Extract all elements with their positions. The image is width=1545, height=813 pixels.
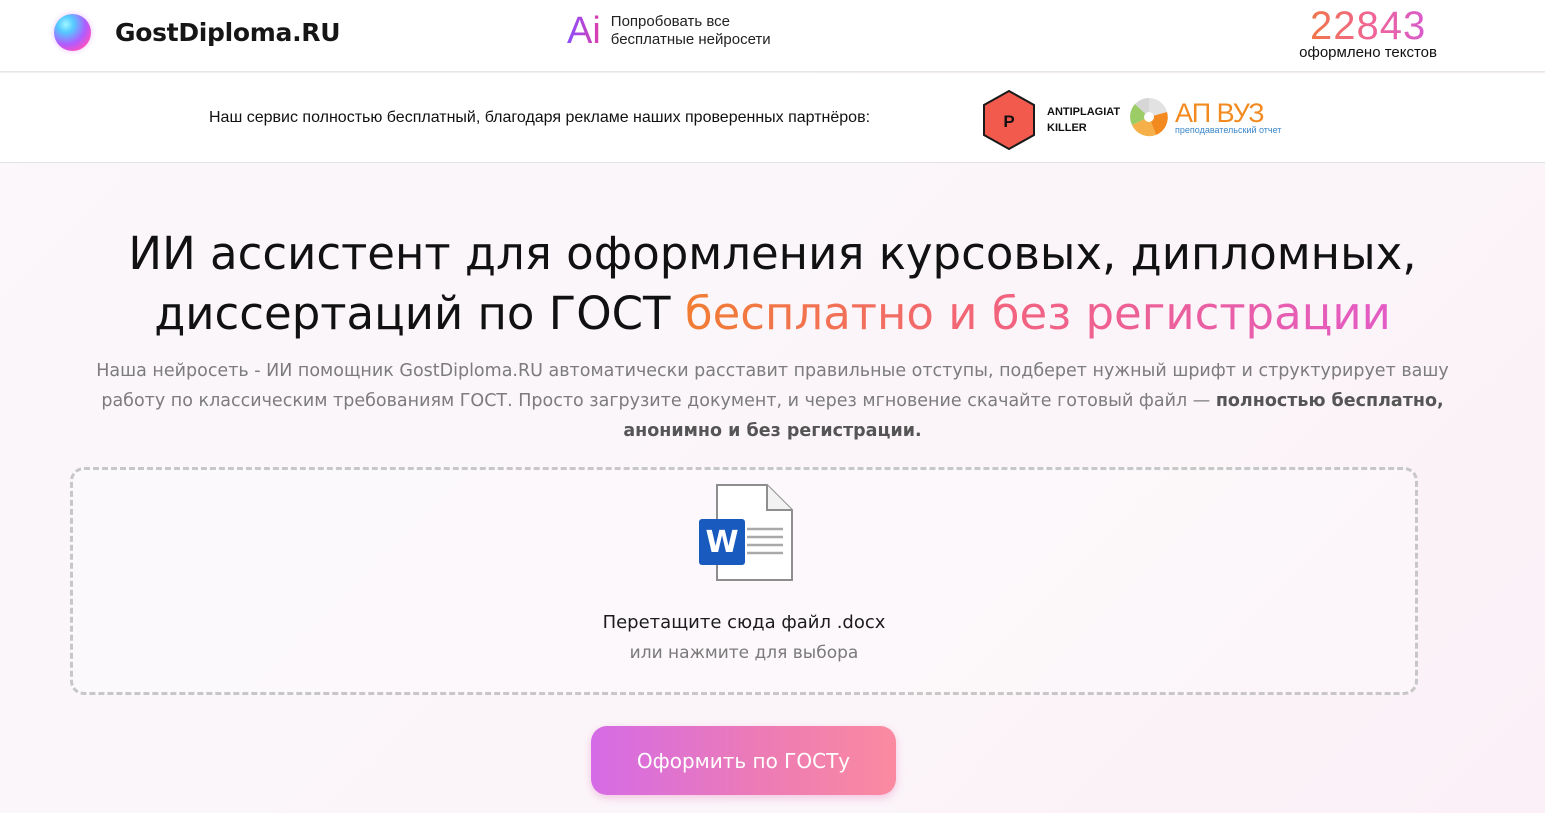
site-header: GostDiploma.RU Ai Попробовать все беспла… (0, 0, 1545, 72)
antiplagiat-hexagon-icon: P (983, 89, 1035, 151)
counter-value: 22843 (1299, 6, 1437, 46)
ai-logo-icon: Ai (567, 10, 601, 52)
apvuz-title: АП ВУЗ (1175, 98, 1265, 128)
counter-label: оформлено текстов (1299, 44, 1437, 61)
hero-title-highlight: бесплатно и без регистрации (684, 287, 1391, 340)
ai-promo-link[interactable]: Ai Попробовать все бесплатные нейросети (567, 12, 811, 50)
antiplagiat-line1: ANTIPLAGIAT (1047, 106, 1121, 118)
file-dropzone[interactable]: W Перетащите сюда файл .docx или нажмите… (70, 467, 1418, 695)
apvuz-subtitle: преподавательский отчет (1175, 125, 1282, 135)
antiplagiat-line2: KILLER (1047, 122, 1087, 134)
antiplagiat-text: ANTIPLAGIAT KILLER (1047, 104, 1120, 136)
apvuz-text: АП ВУЗ преподавательский отчет (1175, 99, 1281, 135)
word-document-icon: W (699, 484, 793, 581)
hero-title-line2: диссертаций по ГОСТ (154, 287, 685, 340)
logo-orb-icon (54, 14, 91, 51)
antiplagiat-killer-link[interactable]: P ANTIPLAGIAT KILLER (981, 89, 1120, 151)
apvuz-disc-icon (1130, 97, 1168, 137)
ai-promo-line1: Попробовать все (610, 13, 730, 30)
word-icon-letter: W (705, 525, 738, 560)
site-logo[interactable]: GostDiploma.RU (54, 14, 341, 51)
format-by-gost-button[interactable]: Оформить по ГОСТу (591, 726, 896, 795)
dropzone-sub-text: или нажмите для выбора (629, 643, 859, 663)
antiplagiat-badge-letter: P (1003, 112, 1014, 131)
dropzone-main-text: Перетащите сюда файл .docx (602, 612, 886, 633)
hero-title-line1: ИИ ассистент для оформления курсовых, ди… (128, 227, 1417, 280)
logo-text: GostDiploma.RU (115, 18, 341, 47)
hero-description: Наша нейросеть - ИИ помощник GostDiploma… (70, 356, 1475, 446)
apvuz-link[interactable]: АП ВУЗ преподавательский отчет (1129, 97, 1281, 137)
partners-text: Наш сервис полностью бесплатный, благода… (209, 109, 871, 126)
ai-promo-line2: бесплатные нейросети (610, 31, 771, 48)
partners-bar: Наш сервис полностью бесплатный, благода… (0, 73, 1545, 163)
hero-title: ИИ ассистент для оформления курсовых, ди… (0, 224, 1545, 344)
ai-promo-text: Попробовать все бесплатные нейросети (611, 13, 811, 49)
documents-counter: 22843 оформлено текстов (1299, 6, 1437, 60)
